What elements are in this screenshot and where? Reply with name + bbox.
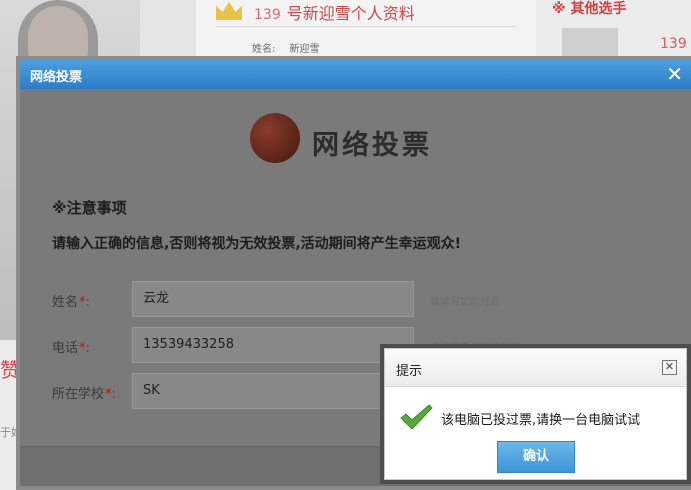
dialog-title-bar: 网络投票 ✕ [20, 60, 691, 89]
name-input[interactable]: 云龙 [132, 281, 414, 317]
alert-title-bar: 提示 ✕ [385, 349, 686, 387]
profile-name: 姓名: 新迎雪 [252, 44, 320, 55]
check-icon [400, 404, 433, 430]
vote-title: 网络投票 [312, 130, 432, 161]
other-contestants: ※ 其他选手 139 [548, 0, 691, 68]
school-label: 所在学校*: [52, 387, 116, 402]
alert-title: 提示 [396, 364, 423, 379]
vote-logo-icon [250, 113, 300, 163]
crown-icon [216, 2, 242, 20]
close-icon[interactable]: ✕ [666, 62, 683, 86]
name-row: 姓名*: 云龙 请填写您的姓名 [52, 281, 652, 317]
name-label: 姓名*: [52, 295, 90, 310]
school-input[interactable]: SK [132, 373, 414, 409]
dialog-title: 网络投票 [30, 70, 83, 85]
name-hint: 请填写您的姓名 [430, 297, 500, 308]
confirm-button[interactable]: 确认 [497, 441, 575, 473]
phone-input[interactable]: 13539433258 [132, 327, 414, 363]
alert-close-icon[interactable]: ✕ [662, 360, 677, 375]
profile-card: 139 号新迎雪个人资料 姓名: 新迎雪 [196, 0, 536, 60]
alert-dialog: 提示 ✕ 该电脑已投过票,请换一台电脑试试 确认 [380, 344, 691, 484]
phone-label: 电话*: [52, 341, 90, 356]
profile-title: 139 号新迎雪个人资料 [254, 4, 415, 23]
notice-title: ※注意事项 [52, 199, 127, 217]
alert-message: 该电脑已投过票,请换一台电脑试试 [441, 413, 641, 428]
notice-text: 请输入正确的信息,否则将视为无效投票,活动期间将产生幸运观众! [52, 236, 462, 252]
